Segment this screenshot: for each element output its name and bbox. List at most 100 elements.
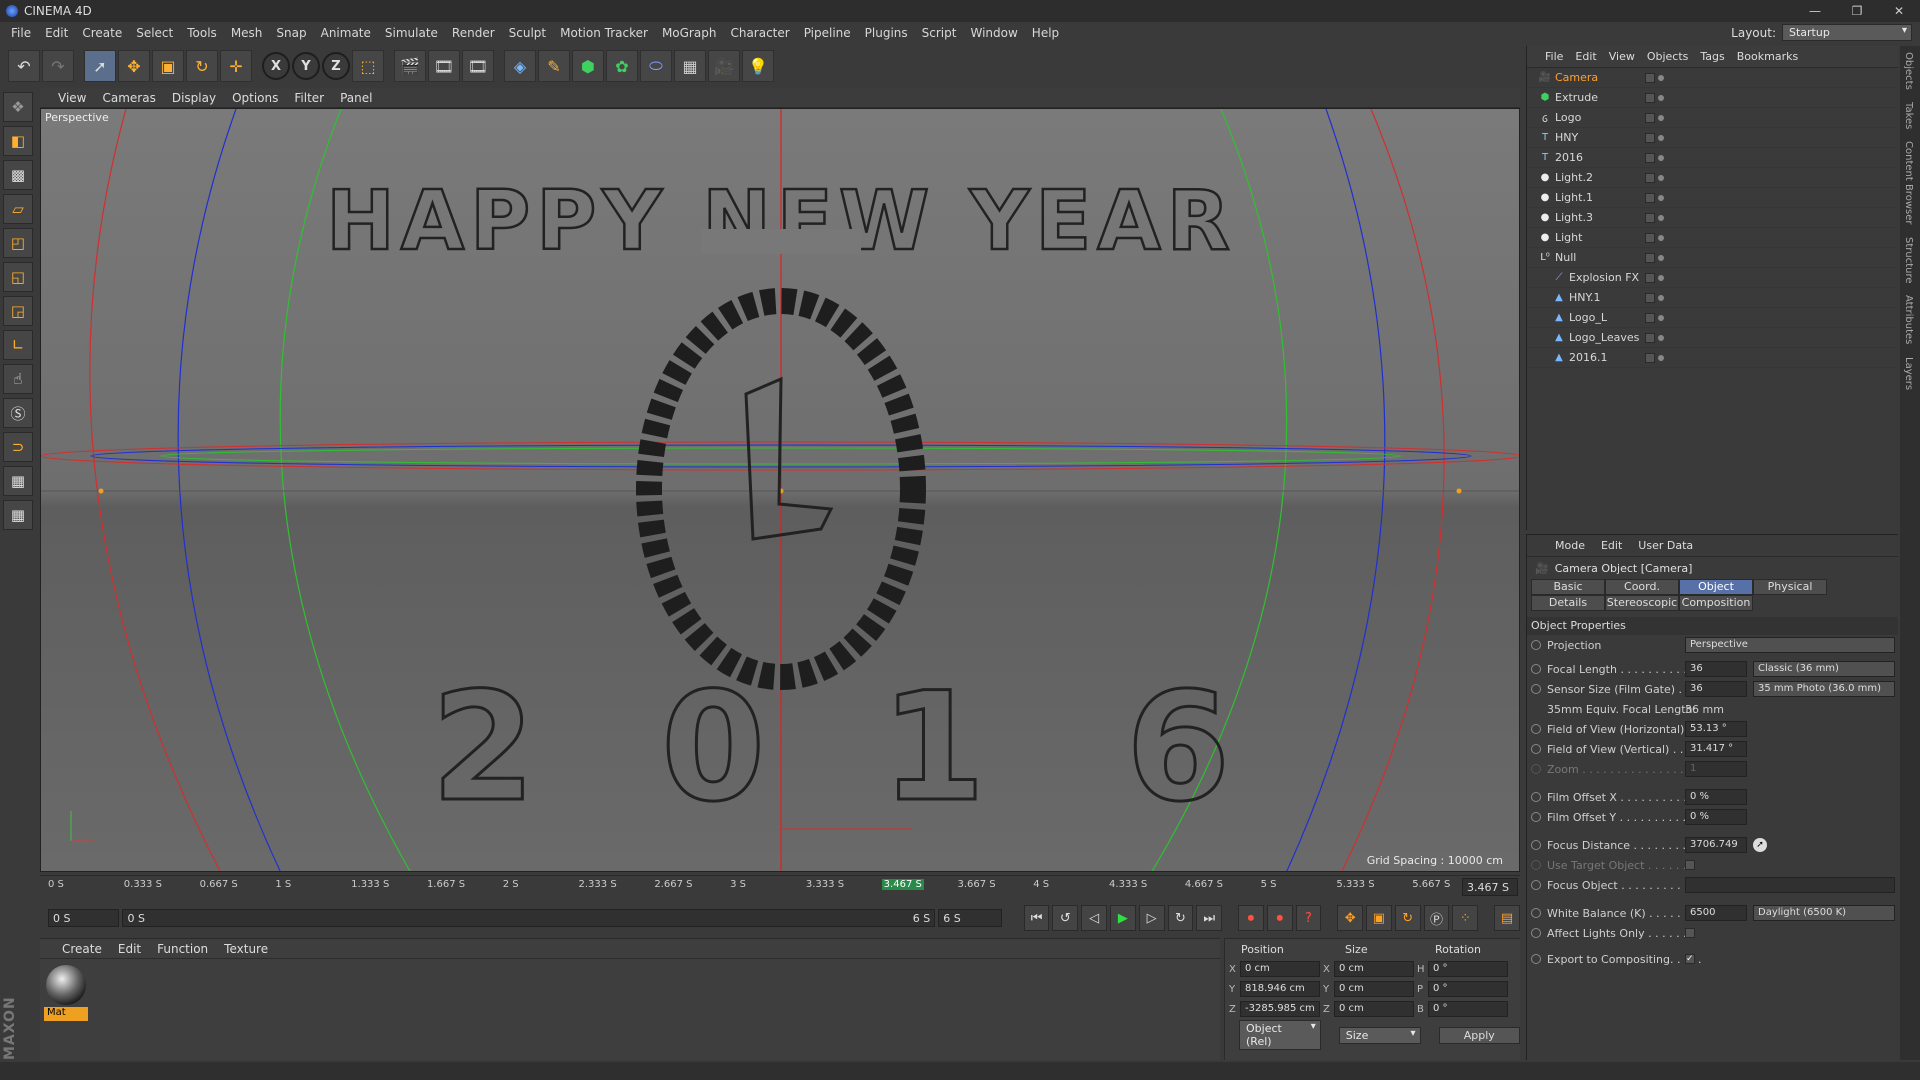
side-tab-structure[interactable]: Structure xyxy=(1900,231,1917,290)
focal-length-preset-dropdown[interactable]: Classic (36 mm) xyxy=(1753,661,1895,677)
editor-visibility-toggle[interactable] xyxy=(1645,112,1655,123)
menu-motion-tracker[interactable]: Motion Tracker xyxy=(553,26,655,40)
tab-details[interactable]: Details xyxy=(1531,595,1605,611)
white-balance-field[interactable]: 6500 xyxy=(1685,905,1747,921)
current-time-field[interactable]: 3.467 S xyxy=(1462,878,1518,896)
menu-animate[interactable]: Animate xyxy=(314,26,378,40)
editor-visibility-toggle[interactable] xyxy=(1645,232,1655,243)
render-visibility-dot[interactable] xyxy=(1658,334,1664,341)
object-row-light-2[interactable]: ● Light.2 xyxy=(1527,168,1898,188)
timeline-ruler[interactable]: 0 S 0.333 S 0.667 S 1 S 1.333 S 1.667 S 2 S 2.3… xyxy=(40,875,1520,897)
object-row-logo-leaves[interactable]: ▲ Logo_Leaves xyxy=(1527,328,1898,348)
deformer-icon[interactable]: ⬭ xyxy=(640,50,672,82)
attribute-menu-user-data[interactable]: User Data xyxy=(1630,539,1701,552)
editor-visibility-toggle[interactable] xyxy=(1645,312,1655,323)
viewport-menu-filter[interactable]: Filter xyxy=(286,91,332,105)
start-frame-field[interactable]: 0 S xyxy=(48,909,120,927)
menu-select[interactable]: Select xyxy=(129,26,180,40)
object-row-logo-l[interactable]: ▲ Logo_L xyxy=(1527,308,1898,328)
object-row-light-1[interactable]: ● Light.1 xyxy=(1527,188,1898,208)
minimize-icon[interactable]: — xyxy=(1794,0,1836,22)
affect-lights-checkbox[interactable] xyxy=(1685,928,1695,938)
undo-icon[interactable]: ↶ xyxy=(8,50,40,82)
editor-visibility-toggle[interactable] xyxy=(1645,72,1655,83)
viewport[interactable]: HAPPY NEW YEAR 2 0 1 6 Perspective Grid … xyxy=(40,108,1520,872)
material-menu-edit[interactable]: Edit xyxy=(110,942,149,956)
tab-basic[interactable]: Basic xyxy=(1531,579,1605,595)
attribute-menu-edit[interactable]: Edit xyxy=(1593,539,1630,552)
z-axis-lock-icon[interactable]: Z xyxy=(322,52,350,80)
render-visibility-dot[interactable] xyxy=(1658,254,1664,261)
menu-tools[interactable]: Tools xyxy=(180,26,224,40)
focal-length-field[interactable]: 36 xyxy=(1685,661,1747,677)
points-mode-icon[interactable]: ◰ xyxy=(3,228,33,258)
magnet-icon[interactable]: ⊃ xyxy=(3,432,33,462)
viewport-menu-options[interactable]: Options xyxy=(224,91,286,105)
editor-visibility-toggle[interactable] xyxy=(1645,192,1655,203)
menu-pipeline[interactable]: Pipeline xyxy=(797,26,858,40)
menu-snap[interactable]: Snap xyxy=(269,26,313,40)
tab-composition[interactable]: Composition xyxy=(1679,595,1753,611)
object-menu-file[interactable]: File xyxy=(1539,50,1569,63)
planar-workplane-icon[interactable]: ▦ xyxy=(3,500,33,530)
live-selection-icon[interactable]: ✛ xyxy=(220,50,252,82)
material-menu-create[interactable]: Create xyxy=(54,942,110,956)
export-compositing-checkbox[interactable]: ✓ xyxy=(1685,954,1695,964)
position-field[interactable]: 0 cm xyxy=(1240,961,1320,977)
object-row-2016[interactable]: T 2016 xyxy=(1527,148,1898,168)
record-scale-icon[interactable]: ▣ xyxy=(1366,905,1392,931)
pen-spline-icon[interactable]: ✎ xyxy=(538,50,570,82)
previous-key-icon[interactable]: ↺ xyxy=(1052,905,1079,931)
editor-visibility-toggle[interactable] xyxy=(1645,172,1655,183)
render-settings-icon[interactable]: 🎞 xyxy=(462,50,494,82)
fov-horizontal-field[interactable]: 53.13 ° xyxy=(1685,721,1747,737)
fov-vertical-field[interactable]: 31.417 ° xyxy=(1685,741,1747,757)
restore-icon[interactable]: ❐ xyxy=(1836,0,1878,22)
object-menu-bookmarks[interactable]: Bookmarks xyxy=(1731,50,1804,63)
rotate-tool-icon[interactable]: ↻ xyxy=(186,50,218,82)
menu-script[interactable]: Script xyxy=(915,26,964,40)
light-icon[interactable]: 💡 xyxy=(742,50,774,82)
size-field[interactable]: 0 cm xyxy=(1334,961,1414,977)
go-to-start-icon[interactable]: ⏮ xyxy=(1023,905,1050,931)
side-tab-takes[interactable]: Takes xyxy=(1900,96,1917,135)
end-frame-field[interactable]: 6 S xyxy=(938,909,1002,927)
select-tool-icon[interactable]: ➚ xyxy=(84,50,116,82)
rotation-field[interactable]: 0 ° xyxy=(1428,981,1508,997)
material-menu-function[interactable]: Function xyxy=(149,942,216,956)
render-visibility-dot[interactable] xyxy=(1658,294,1664,301)
render-picture-viewer-icon[interactable]: 🎞 xyxy=(428,50,460,82)
side-tab-content-browser[interactable]: Content Browser xyxy=(1900,135,1917,230)
enable-axis-icon[interactable]: ∟ xyxy=(3,330,33,360)
focus-distance-field[interactable]: 3706.749 xyxy=(1685,837,1747,853)
workplane-lock-icon[interactable]: ▦ xyxy=(3,466,33,496)
object-menu-view[interactable]: View xyxy=(1603,50,1641,63)
projection-dropdown[interactable]: Perspective xyxy=(1685,637,1895,653)
coordinate-system-icon[interactable]: ⬚ xyxy=(352,50,384,82)
render-visibility-dot[interactable] xyxy=(1658,174,1664,181)
menu-help[interactable]: Help xyxy=(1025,26,1066,40)
object-row-light[interactable]: ● Light xyxy=(1527,228,1898,248)
object-row-hny-1[interactable]: ▲ HNY.1 xyxy=(1527,288,1898,308)
object-row-2016-1[interactable]: ▲ 2016.1 xyxy=(1527,348,1898,368)
editor-visibility-toggle[interactable] xyxy=(1645,352,1655,363)
scale-tool-icon[interactable]: ▣ xyxy=(152,50,184,82)
object-row-logo[interactable]: Ⳓ Logo xyxy=(1527,108,1898,128)
snapping-icon[interactable]: Ⓢ xyxy=(3,398,33,428)
editor-visibility-toggle[interactable] xyxy=(1645,332,1655,343)
object-menu-objects[interactable]: Objects xyxy=(1641,50,1695,63)
side-tab-attributes[interactable]: Attributes xyxy=(1900,289,1917,350)
size-field[interactable]: 0 cm xyxy=(1334,1001,1414,1017)
apply-button[interactable]: Apply xyxy=(1438,1026,1520,1044)
tab-stereoscopic[interactable]: Stereoscopic xyxy=(1605,595,1679,611)
model-mode-icon[interactable]: ◧ xyxy=(3,126,33,156)
pick-focus-icon[interactable]: ➚ xyxy=(1753,838,1767,852)
white-balance-preset-dropdown[interactable]: Daylight (6500 K) xyxy=(1753,905,1895,921)
object-menu-tags[interactable]: Tags xyxy=(1694,50,1730,63)
position-field[interactable]: 818.946 cm xyxy=(1240,981,1320,997)
side-tab-objects[interactable]: Objects xyxy=(1900,46,1917,96)
film-offset-y-field[interactable]: 0 % xyxy=(1685,809,1747,825)
record-position-icon[interactable]: ✥ xyxy=(1337,905,1364,931)
tab-physical[interactable]: Physical xyxy=(1753,579,1827,595)
object-row-hny[interactable]: T HNY xyxy=(1527,128,1898,148)
